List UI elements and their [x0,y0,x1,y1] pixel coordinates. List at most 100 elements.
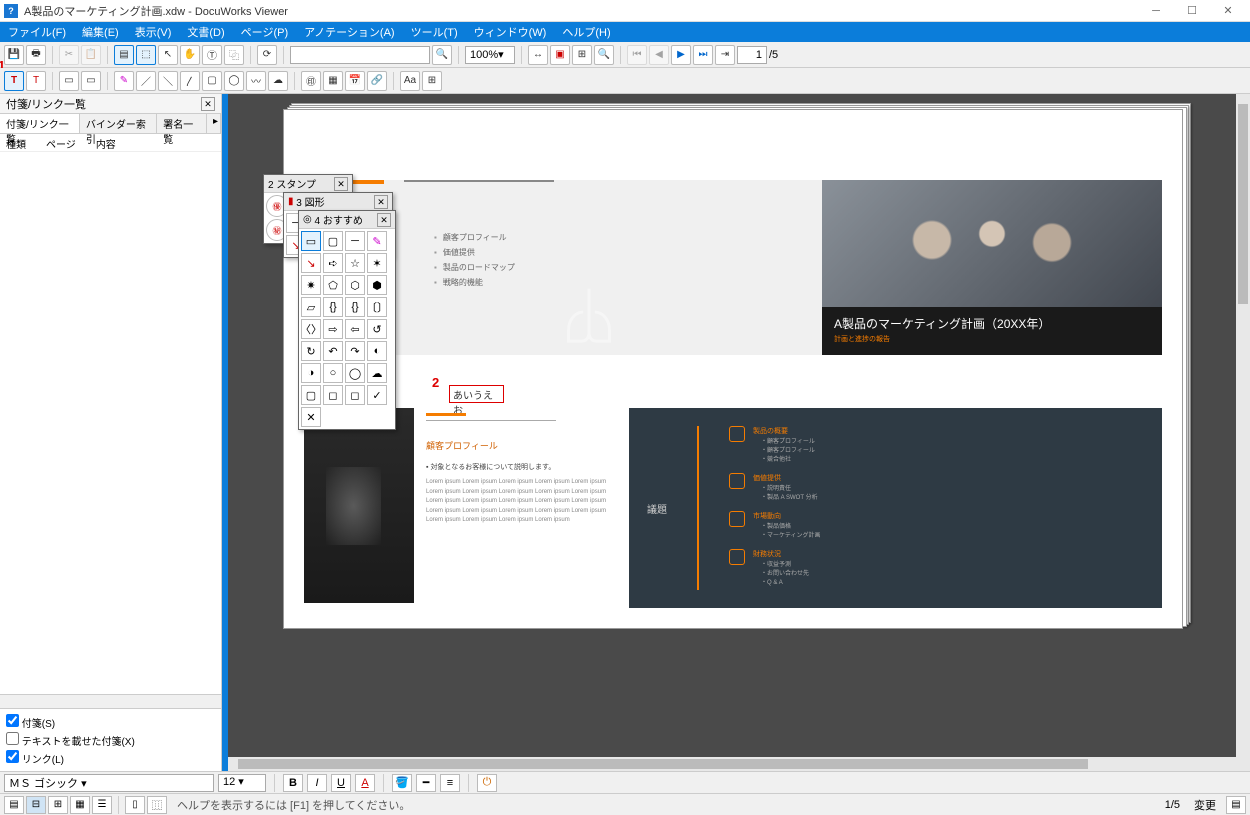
zoom-combo[interactable]: 100%▾ [465,46,515,64]
underline-button[interactable]: U [331,774,351,792]
shape-item[interactable]: 〈〉 [301,319,321,339]
close-button[interactable]: ✕ [1210,1,1246,21]
document-viewer[interactable]: 顧客プロフィール 価値提供 製品のロードマップ 戦略的機能 A製品のマーケティン… [228,94,1250,771]
shape-item[interactable]: ▭ [301,231,321,251]
view-list-icon[interactable]: ☰ [92,796,112,814]
note-icon[interactable]: ▭ [59,71,79,91]
paste-icon[interactable]: 📋 [81,45,101,65]
fill-color-button[interactable]: 🪣 [392,774,412,792]
shape-item[interactable]: ▱ [301,297,321,317]
save-icon[interactable]: 💾 [4,45,24,65]
shape-item[interactable]: ✷ [301,275,321,295]
cut-icon[interactable]: ✂ [59,45,79,65]
shape-item[interactable]: ☁ [367,363,387,383]
page-input[interactable]: 1 [737,46,767,64]
prev-page-icon[interactable]: ◀ [649,45,669,65]
shape-item[interactable]: ✓ [367,385,387,405]
side-close-icon[interactable]: ✕ [201,97,215,111]
close-icon[interactable]: ✕ [377,213,391,227]
note2-icon[interactable]: ▭ [81,71,101,91]
view-mode1-icon[interactable]: ▯ [125,796,145,814]
size-combo[interactable]: 12 ▾ [218,774,266,792]
search-icon[interactable]: 🔍 [432,45,452,65]
print-icon[interactable]: 🖶 [26,45,46,65]
shape-item[interactable]: ↷ [345,341,365,361]
shape-item[interactable]: ✶ [367,253,387,273]
rect-icon[interactable]: ▢ [202,71,222,91]
menu-annotation[interactable]: アノテーション(A) [300,23,398,41]
menu-file[interactable]: ファイル(F) [4,23,70,41]
pointer-icon[interactable]: ↖ [158,45,178,65]
grid-icon[interactable]: ⊞ [422,71,442,91]
shape-item[interactable]: ⇦ [345,319,365,339]
status-doc-icon[interactable]: ▤ [1226,796,1246,814]
image-icon[interactable]: ▦ [323,71,343,91]
view-continuous-icon[interactable]: ⊟ [26,796,46,814]
maximize-button[interactable]: ☐ [1174,1,1210,21]
shape-item[interactable]: {} [323,297,343,317]
fit-whole-icon[interactable]: ⊞ [572,45,592,65]
shape-item[interactable]: ↻ [301,341,321,361]
shape-item[interactable]: ↶ [323,341,343,361]
stamp-icon[interactable]: ㊞ [301,71,321,91]
font-color-button[interactable]: A [355,774,375,792]
ocr-icon[interactable]: Aа [400,71,420,91]
shape-item[interactable]: {} [345,297,365,317]
polyline-icon[interactable]: 〳 [180,71,200,91]
last-page-icon[interactable]: ⏭ [693,45,713,65]
line-icon[interactable]: ＼ [158,71,178,91]
first-page-icon[interactable]: ⏮ [627,45,647,65]
power-icon[interactable]: ⏻ [477,774,497,792]
date-stamp-icon[interactable]: 📅 [345,71,365,91]
select-tool-icon[interactable]: ⬚ [136,45,156,65]
shape-item[interactable]: ◑ [301,363,321,383]
shape-item[interactable]: ⬢ [367,275,387,295]
check-link[interactable]: リンク(L) [6,749,215,767]
view-doc-icon[interactable]: ▤ [4,796,24,814]
fit-page-icon[interactable]: ▣ [550,45,570,65]
ellipse-icon[interactable]: ◯ [224,71,244,91]
next-page-icon[interactable]: ▶ [671,45,691,65]
rotate-icon[interactable]: ⟳ [257,45,277,65]
menu-view[interactable]: 表示(V) [131,23,176,41]
text-annot2-icon[interactable]: T [26,71,46,91]
pen-icon[interactable]: ✎ [114,71,134,91]
shape-item[interactable]: ⬡ [345,275,365,295]
menu-help[interactable]: ヘルプ(H) [558,23,614,41]
marker-icon[interactable]: ／ [136,71,156,91]
copy-icon[interactable]: ⿻ [224,45,244,65]
shape-item[interactable]: 〔〕 [367,297,387,317]
search-input[interactable] [290,46,430,64]
shape-item[interactable]: ✎ [367,231,387,251]
menu-edit[interactable]: 編集(E) [78,23,123,41]
shape-item[interactable]: ▢ [301,385,321,405]
shape-item[interactable]: ➪ [323,253,343,273]
text-annot-icon[interactable]: T [4,71,24,91]
menu-window[interactable]: ウィンドウ(W) [470,23,551,41]
shape-item[interactable]: ☆ [345,253,365,273]
shape-item[interactable]: ◯ [345,363,365,383]
line-style-button[interactable]: ≡ [440,774,460,792]
tab-more[interactable]: ▸ [207,114,221,133]
recommend-panel[interactable]: ◎ 4 おすすめ✕ ▭ ▢ ─ ✎ ↘ ➪ ☆ ✶ ✷ ⬠ ⬡ ⬢ ▱ {} {… [298,210,396,430]
check-sticky[interactable]: 付箋(S) [6,713,215,731]
view-grid-icon[interactable]: ▦ [70,796,90,814]
view-mode2-icon[interactable]: ⿲ [147,796,167,814]
shape-item[interactable]: ⬠ [323,275,343,295]
link-icon[interactable]: 🔗 [367,71,387,91]
close-icon[interactable]: ✕ [374,195,388,209]
line-color-button[interactable]: ━ [416,774,436,792]
shape-item[interactable]: ◐ [367,341,387,361]
shape-item[interactable]: ─ [345,231,365,251]
minimize-button[interactable]: ─ [1138,1,1174,21]
tab-binder[interactable]: バインダー索引 [80,114,157,133]
font-combo[interactable]: ＭＳ ゴシック ▾ [4,774,214,792]
fit-width-icon[interactable]: ↔ [528,45,548,65]
infoview-icon[interactable]: ▤ [114,45,134,65]
cloud-icon[interactable]: ☁ [268,71,288,91]
italic-button[interactable]: I [307,774,327,792]
shape-item[interactable]: ⇨ [323,319,343,339]
zoom-tool-icon[interactable]: 🔍 [594,45,614,65]
menu-tool[interactable]: ツール(T) [407,23,462,41]
vscrollbar[interactable] [1236,94,1250,771]
